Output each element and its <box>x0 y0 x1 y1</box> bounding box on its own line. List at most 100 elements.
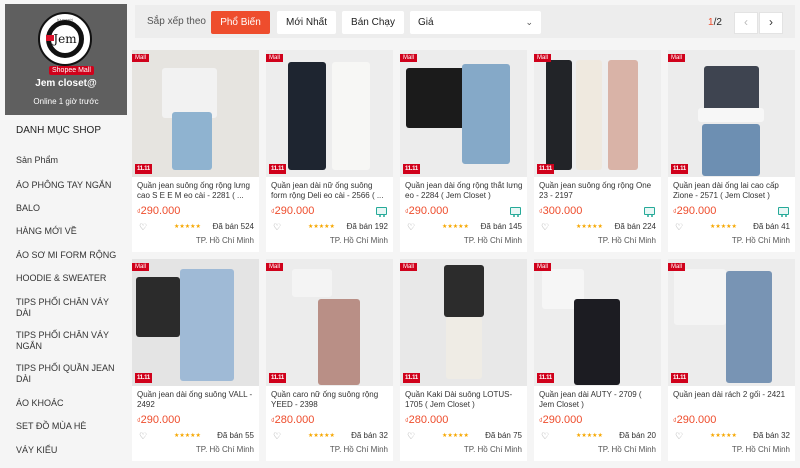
product-name[interactable]: Quần jean dài ống suông VALL - 2492 <box>137 390 255 410</box>
heart-icon[interactable]: ♡ <box>139 432 147 441</box>
sold-count: Đã bán 192 <box>346 222 388 231</box>
product-image[interactable]: Mall 11.11 <box>132 50 259 177</box>
product-location: TP. Hồ Chí Minh <box>597 236 656 245</box>
product-price-value: 290.000 <box>140 414 181 426</box>
category-item[interactable]: SET ĐỒ MÙA HÈ <box>16 421 124 432</box>
product-image[interactable]: Mall 11.11 <box>668 50 795 177</box>
product-image[interactable]: Mall 11.11 <box>668 259 795 386</box>
product-name[interactable]: Quần jean suông ống rộng lưng cao S E E … <box>137 181 255 201</box>
shop-name[interactable]: Jem closet@ <box>5 78 127 89</box>
product-image[interactable]: Mall 11.11 <box>132 259 259 386</box>
product-card[interactable]: Mall 11.11 Quần Kaki Dài suông LOTUS-170… <box>400 259 527 461</box>
heart-icon[interactable]: ♡ <box>273 223 281 232</box>
rating-stars: ★★★★★ <box>576 433 603 439</box>
product-image[interactable]: Mall 11.11 <box>400 50 527 177</box>
promo-1111-badge: 11.11 <box>671 373 688 383</box>
product-card[interactable]: Mall 11.11 Quần jean suông ống rộng One … <box>534 50 661 252</box>
product-card[interactable]: Mall 11.11 Quần jean dài ống rộng thắt l… <box>400 50 527 252</box>
sort-bestselling-button[interactable]: Bán Chạy <box>342 11 404 34</box>
product-garment <box>444 265 484 317</box>
product-name[interactable]: Quần jean dài nữ ống suông form rộng Del… <box>271 181 389 201</box>
category-item[interactable]: HÀNG MỚI VỀ <box>16 226 124 237</box>
rating-stars: ★★★★★ <box>442 224 469 230</box>
product-image[interactable]: Mall 11.11 <box>266 259 393 386</box>
product-image[interactable]: Mall 11.11 <box>266 50 393 177</box>
mall-tag: Mall <box>534 263 552 271</box>
heart-icon[interactable]: ♡ <box>139 223 147 232</box>
product-location: TP. Hồ Chí Minh <box>463 236 522 245</box>
product-card[interactable]: Mall 11.11 Quần jean dài ống suông VALL … <box>132 259 259 461</box>
heart-icon[interactable]: ♡ <box>541 223 549 232</box>
product-location: TP. Hồ Chí Minh <box>195 236 254 245</box>
category-item[interactable]: ÁO SƠ MI FORM RỘNG <box>16 250 124 261</box>
rating-stars: ★★★★★ <box>710 433 737 439</box>
heart-icon[interactable]: ♡ <box>407 223 415 232</box>
promo-1111-badge: 11.11 <box>269 373 286 383</box>
product-garment <box>172 112 212 170</box>
product-name[interactable]: Quần jean dài ống lai cao cấp Zione - 25… <box>673 181 791 201</box>
sold-count: Đã bán 55 <box>217 431 254 440</box>
heart-icon[interactable]: ♡ <box>541 432 549 441</box>
heart-icon[interactable]: ♡ <box>273 432 281 441</box>
product-garment <box>180 269 234 381</box>
shop-online-status: Online 1 giờ trước <box>33 97 99 106</box>
product-card[interactable]: Mall 11.11 Quần jean suông ống rộng lưng… <box>132 50 259 252</box>
product-card[interactable]: Mall 11.11 Quần jean dài AUTY - 2709 ( J… <box>534 259 661 461</box>
product-image[interactable]: Mall 11.11 <box>534 50 661 177</box>
promo-1111-badge: 11.11 <box>269 164 286 174</box>
heart-icon[interactable]: ♡ <box>675 223 683 232</box>
sold-count: Đã bán 20 <box>619 431 656 440</box>
shop-logo: từ người Jem <box>38 12 92 66</box>
promo-1111-badge: 11.11 <box>537 373 554 383</box>
product-price-value: 300.000 <box>542 205 583 217</box>
product-card[interactable]: Mall 11.11 Quần jean dài ống lai cao cấp… <box>668 50 795 252</box>
shop-card[interactable]: từ người Jem Shopee Mall Jem closet@ Onl… <box>5 4 127 115</box>
product-garment <box>292 269 332 297</box>
sort-newest-button[interactable]: Mới Nhất <box>277 11 336 34</box>
product-garment <box>704 66 759 112</box>
product-garment <box>446 317 482 379</box>
category-item[interactable]: TIPS PHỐI CHÂN VÁY DÀI <box>16 297 124 319</box>
chevron-right-icon: › <box>769 15 773 29</box>
product-image[interactable]: Mall 11.11 <box>400 259 527 386</box>
page-total: /2 <box>713 17 722 28</box>
product-name[interactable]: Quần Kaki Dài suông LOTUS-1705 ( Jem Clo… <box>405 390 523 410</box>
category-item[interactable]: Sản Phẩm <box>16 155 124 166</box>
product-location: TP. Hồ Chí Minh <box>597 445 656 454</box>
product-price: ₫290.000 <box>539 414 583 426</box>
price-sort-select[interactable]: Giá ⌄ <box>410 11 541 34</box>
category-item[interactable]: VÁY KIỂU <box>16 445 124 456</box>
price-select-value: Giá <box>418 17 434 28</box>
category-item[interactable]: HOODIE & SWEATER <box>16 273 124 284</box>
product-card[interactable]: Mall 11.11 Quần jean dài nữ ống suông fo… <box>266 50 393 252</box>
category-item[interactable]: TIPS PHỐI QUẦN JEAN DÀI <box>16 363 124 385</box>
product-card[interactable]: Mall 11.11 Quần jean dài rách 2 gối - 24… <box>668 259 795 461</box>
sold-count: Đã bán 524 <box>212 222 254 231</box>
sold-count: Đã bán 75 <box>485 431 522 440</box>
product-card[interactable]: Mall 11.11 Quần caro nữ ống suông rộng Y… <box>266 259 393 461</box>
category-item[interactable]: BALO <box>16 203 124 214</box>
product-name[interactable]: Quần caro nữ ống suông rộng YEED - 2398 <box>271 390 389 410</box>
logo-text: Jem <box>53 32 77 46</box>
product-name[interactable]: Quần jean dài AUTY - 2709 ( Jem Closet ) <box>539 390 657 410</box>
product-price-value: 290.000 <box>274 205 315 217</box>
rating-stars: ★★★★★ <box>576 224 603 230</box>
page-indicator: 1/2 <box>708 17 722 28</box>
mall-tag: Mall <box>266 263 284 271</box>
product-image[interactable]: Mall 11.11 <box>534 259 661 386</box>
category-item[interactable]: TIPS PHỐI CHÂN VÁY NGẮN <box>16 330 124 352</box>
product-name[interactable]: Quần jean dài ống rộng thắt lưng eo - 22… <box>405 181 523 201</box>
product-name[interactable]: Quần jean suông ống rộng One 23 - 2197 <box>539 181 657 201</box>
mall-tag: Mall <box>400 263 418 271</box>
product-garment <box>726 271 772 383</box>
prev-page-button[interactable]: ‹ <box>734 12 758 34</box>
product-name[interactable]: Quần jean dài rách 2 gối - 2421 <box>673 390 791 410</box>
promo-1111-badge: 11.11 <box>537 164 554 174</box>
sort-popular-button[interactable]: Phổ Biến <box>211 11 270 34</box>
category-item[interactable]: ÁO PHÔNG TAY NGẮN <box>16 180 124 191</box>
heart-icon[interactable]: ♡ <box>407 432 415 441</box>
next-page-button[interactable]: › <box>759 12 783 34</box>
heart-icon[interactable]: ♡ <box>675 432 683 441</box>
category-item[interactable]: ÁO KHOÁC <box>16 398 124 409</box>
product-garment <box>608 60 638 170</box>
